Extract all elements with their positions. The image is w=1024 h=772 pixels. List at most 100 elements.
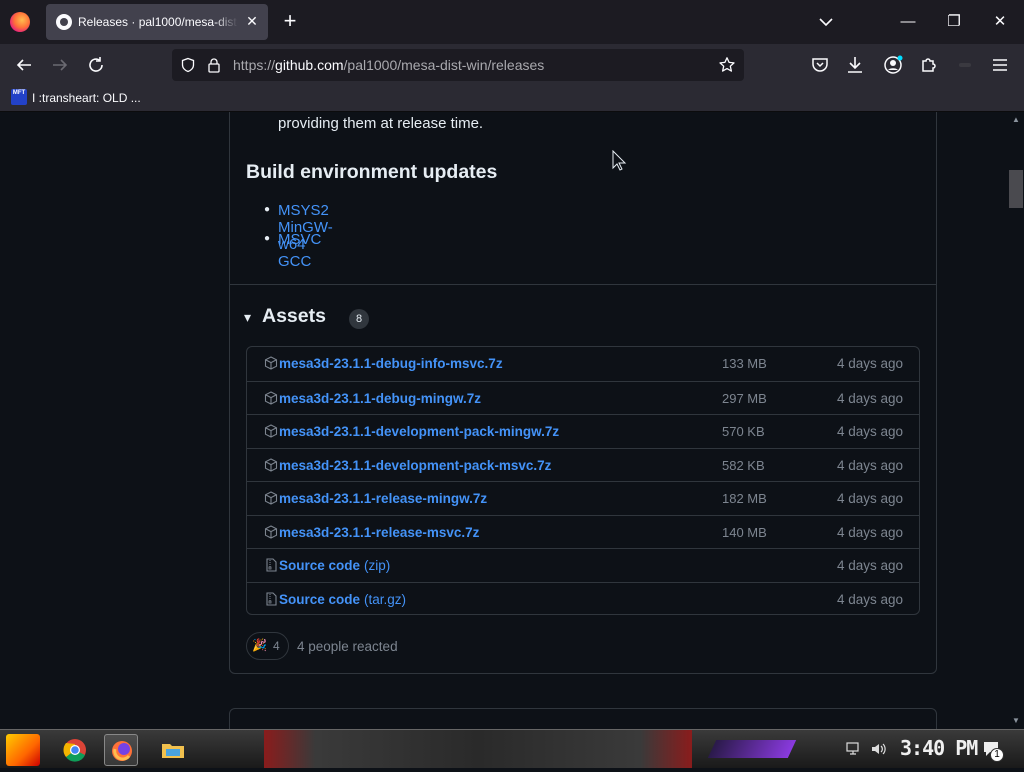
package-icon (264, 457, 278, 472)
asset-size: 297 MB (722, 390, 767, 406)
bookmark-favicon-text: MFT (12, 90, 26, 96)
volume-icon[interactable] (870, 742, 888, 756)
vertical-scrollbar[interactable]: ▲ ▼ (1008, 112, 1024, 729)
assets-count-badge: 8 (349, 309, 369, 329)
restore-button[interactable]: ❐ (931, 0, 977, 44)
forward-arrow-icon[interactable] (48, 53, 72, 77)
assets-table: mesa3d-23.1.1-debug-info-msvc.7z 133 MB … (246, 346, 920, 615)
asset-size: 570 KB (722, 424, 765, 439)
asset-link[interactable]: mesa3d-23.1.1-development-pack-msvc.7z (279, 458, 551, 473)
next-release-card (229, 708, 937, 729)
taskbar: 3:40 PM 1 (0, 729, 1024, 768)
build-link-msvc[interactable]: MSVC (278, 231, 321, 248)
bookmark-star-icon[interactable] (718, 56, 736, 74)
asset-date: 4 days ago (836, 491, 903, 506)
navigation-toolbar: https://github.com/pal1000/mesa-dist-win… (0, 44, 1024, 86)
tab-title: Releases · pal1000/mesa-dist-win (78, 15, 238, 29)
github-favicon-icon (56, 14, 72, 30)
asset-link[interactable]: mesa3d-23.1.1-debug-info-msvc.7z (279, 356, 503, 371)
notification-center-icon[interactable]: 1 (982, 740, 1004, 762)
reaction-summary: 4 people reacted (297, 639, 398, 654)
account-icon[interactable] (881, 53, 905, 77)
asset-date: 4 days ago (836, 356, 903, 371)
reaction-count: 4 (273, 639, 280, 653)
new-tab-button[interactable]: + (280, 9, 300, 33)
close-window-button[interactable]: ✕ (977, 0, 1023, 44)
tracking-protection-shield-icon[interactable] (180, 57, 196, 73)
build-environment-heading: Build environment updates (246, 161, 498, 183)
source-code-targz-link[interactable]: Source code (tar.gz) (279, 592, 406, 607)
back-arrow-icon[interactable] (12, 53, 36, 77)
asset-size: 182 MB (722, 491, 767, 506)
reload-icon[interactable] (84, 53, 108, 77)
party-popper-icon: 🎉 (252, 638, 267, 652)
source-code-zip-link[interactable]: Source code (zip) (279, 558, 390, 573)
firefox-taskbar-icon[interactable] (104, 734, 138, 766)
firefox-logo-icon[interactable] (10, 12, 30, 32)
lock-icon[interactable] (206, 57, 222, 73)
address-bar[interactable]: https://github.com/pal1000/mesa-dist-win… (172, 49, 744, 81)
chrome-icon[interactable] (58, 734, 92, 766)
taskbar-theme-banner (264, 730, 692, 768)
tab-strip: Releases · pal1000/mesa-dist-win ✕ + — ❐… (0, 0, 1024, 44)
list-all-tabs-chevron-down-icon[interactable] (816, 12, 836, 32)
asset-link-label: Source code (279, 558, 361, 573)
asset-date: 4 days ago (836, 524, 903, 540)
extension-overflow-icon[interactable] (953, 53, 977, 77)
asset-row: mesa3d-23.1.1-release-msvc.7z 140 MB 4 d… (247, 514, 919, 549)
asset-link-label: Source code (279, 591, 361, 607)
menu-hamburger-icon[interactable] (988, 53, 1012, 77)
url-text[interactable]: https://github.com/pal1000/mesa-dist-win… (233, 57, 544, 73)
package-icon (264, 524, 278, 539)
taskbar-theme-accent (707, 740, 797, 758)
asset-link[interactable]: mesa3d-23.1.1-release-mingw.7z (279, 491, 487, 506)
downloads-icon[interactable] (843, 53, 867, 77)
taskbar-clock[interactable]: 3:40 PM (900, 736, 978, 760)
bookmark-favicon-icon: MFT (11, 89, 27, 105)
asset-size: 140 MB (722, 524, 767, 540)
asset-row: Source code (zip) 4 days ago (247, 548, 919, 582)
network-icon[interactable] (846, 742, 862, 756)
asset-link[interactable]: mesa3d-23.1.1-development-pack-mingw.7z (279, 424, 559, 439)
scrollbar-thumb[interactable] (1009, 170, 1023, 208)
asset-date: 4 days ago (836, 591, 903, 607)
asset-link[interactable]: mesa3d-23.1.1-release-msvc.7z (279, 525, 479, 540)
bullet: ● (264, 233, 271, 244)
scroll-up-arrow-icon[interactable]: ▲ (1008, 112, 1024, 128)
reaction-button[interactable]: 🎉 4 (246, 632, 289, 660)
tab-close-icon[interactable]: ✕ (244, 12, 260, 30)
asset-row: mesa3d-23.1.1-debug-mingw.7z 297 MB 4 da… (247, 380, 919, 415)
file-explorer-icon[interactable] (156, 734, 190, 766)
asset-date: 4 days ago (836, 390, 903, 406)
start-button-icon[interactable] (6, 734, 40, 766)
extensions-puzzle-icon[interactable] (917, 53, 941, 77)
asset-row: mesa3d-23.1.1-debug-info-msvc.7z 133 MB … (247, 347, 919, 381)
package-icon (264, 390, 278, 405)
asset-date: 4 days ago (836, 558, 903, 573)
pocket-icon[interactable] (808, 53, 832, 77)
notification-count-badge: 1 (990, 748, 1004, 762)
asset-row: mesa3d-23.1.1-release-mingw.7z 182 MB 4 … (247, 481, 919, 515)
page-content: providing them at release time. Build en… (0, 112, 1008, 729)
scroll-down-arrow-icon[interactable]: ▼ (1008, 713, 1024, 729)
package-icon (264, 424, 278, 438)
asset-row: mesa3d-23.1.1-development-pack-mingw.7z … (247, 414, 919, 448)
minimize-button[interactable]: — (885, 0, 931, 44)
bullet: ● (264, 204, 271, 215)
asset-row: Source code (tar.gz) 4 days ago (247, 581, 919, 615)
asset-date: 4 days ago (836, 424, 903, 439)
tab-releases[interactable]: Releases · pal1000/mesa-dist-win ✕ (46, 4, 268, 40)
asset-size: 582 KB (722, 457, 765, 473)
asset-link[interactable]: mesa3d-23.1.1-debug-mingw.7z (279, 391, 481, 406)
assets-toggle-icon[interactable]: ▾ (244, 309, 251, 326)
mouse-cursor-icon (612, 149, 628, 172)
package-icon (264, 356, 278, 370)
asset-date: 4 days ago (836, 457, 903, 473)
file-zip-icon (264, 558, 278, 572)
assets-heading[interactable]: Assets (262, 305, 326, 328)
bookmark-item[interactable]: I :transheart: OLD ... (32, 91, 141, 105)
package-icon (264, 491, 278, 505)
url-path: /pal1000/mesa-dist-win/releases (343, 57, 545, 73)
asset-format: (tar.gz) (364, 591, 407, 607)
url-host: github.com (275, 57, 344, 73)
